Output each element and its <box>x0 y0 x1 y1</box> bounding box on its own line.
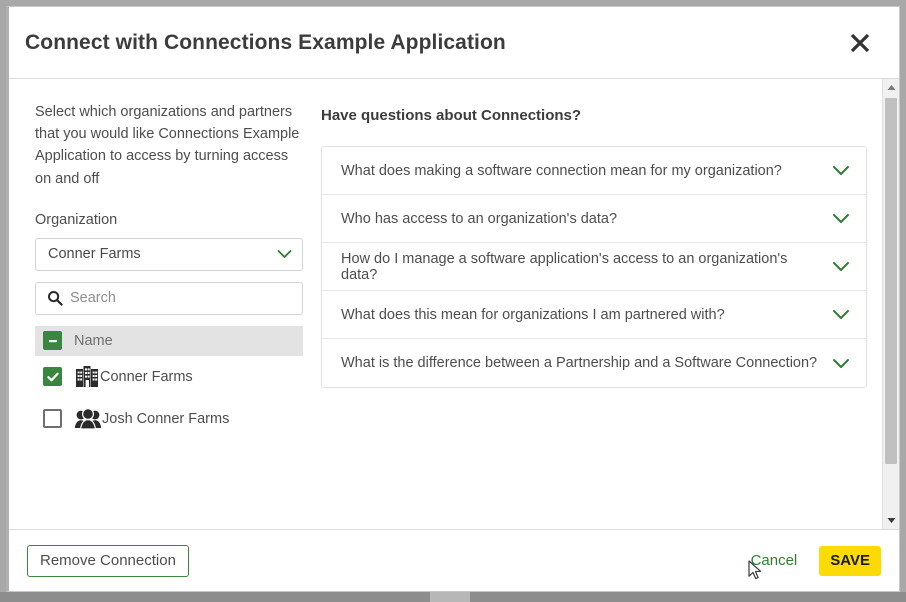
row-checkbox[interactable] <box>43 367 62 387</box>
triangle-down-icon <box>887 518 895 523</box>
chevron-down-icon[interactable] <box>832 309 850 320</box>
scrollbar-thumb[interactable] <box>885 98 897 465</box>
faq-item[interactable]: How do I manage a software application's… <box>322 243 866 291</box>
faq-item[interactable]: What does making a software connection m… <box>322 147 866 195</box>
faq-panel: Have questions about Connections? What d… <box>309 101 899 529</box>
search-input[interactable] <box>36 282 302 314</box>
organization-select-value: Conner Farms <box>48 246 141 263</box>
chevron-down-icon[interactable] <box>832 213 850 224</box>
table-header-row[interactable]: Name <box>35 325 303 356</box>
organization-select[interactable]: Conner Farms <box>35 237 303 271</box>
minus-icon <box>48 339 57 342</box>
scroll-down-button[interactable] <box>883 512 900 529</box>
faq-item[interactable]: What does this mean for organizations I … <box>322 291 866 339</box>
faq-question: How do I manage a software application's… <box>341 250 788 283</box>
intro-text: Select which organizations and partners … <box>35 104 300 187</box>
background-page-strip <box>0 592 906 602</box>
chevron-down-icon[interactable] <box>832 261 850 272</box>
table-header-name: Name <box>74 332 113 349</box>
chevron-down-icon <box>277 249 292 259</box>
organization-label: Organization <box>35 211 118 228</box>
building-icon <box>74 365 100 389</box>
page-title: Connect with Connections Example Applica… <box>25 30 506 54</box>
faq-title: Have questions about Connections? <box>321 107 582 124</box>
search-field[interactable] <box>35 281 303 315</box>
chevron-down-icon[interactable] <box>832 358 850 369</box>
cancel-button[interactable]: Cancel <box>747 550 802 571</box>
save-button[interactable]: SAVE <box>819 545 881 576</box>
faq-question: What does making a software connection m… <box>341 162 782 179</box>
remove-connection-button[interactable]: Remove Connection <box>27 544 189 577</box>
table-row-name: Josh Conner Farms <box>102 410 230 427</box>
people-group-icon <box>74 407 102 431</box>
faq-accordion: What does making a software connection m… <box>321 146 867 388</box>
connect-dialog: Connect with Connections Example Applica… <box>6 6 900 592</box>
faq-question: What does this mean for organizations I … <box>341 306 725 323</box>
row-checkbox[interactable] <box>43 409 62 429</box>
dialog-footer: Remove Connection Cancel SAVE <box>9 529 899 591</box>
table-row[interactable]: Conner Farms <box>35 356 303 398</box>
search-icon <box>47 290 63 306</box>
select-all-checkbox[interactable] <box>43 331 62 351</box>
organization-panel: Select which organizations and partners … <box>9 101 309 529</box>
triangle-up-icon <box>887 85 895 90</box>
faq-question: Who has access to an organization's data… <box>341 210 618 227</box>
scrollbar-track[interactable] <box>883 96 899 512</box>
table-row[interactable]: Josh Conner Farms <box>35 398 303 440</box>
faq-question: What is the difference between a Partner… <box>341 355 818 371</box>
faq-item[interactable]: Who has access to an organization's data… <box>322 195 866 243</box>
vertical-scrollbar[interactable] <box>882 79 899 529</box>
dialog-body-content: Select which organizations and partners … <box>9 79 899 529</box>
check-icon <box>46 372 59 381</box>
faq-item[interactable]: What is the difference between a Partner… <box>322 339 866 387</box>
close-icon[interactable] <box>843 26 877 60</box>
dialog-header: Connect with Connections Example Applica… <box>9 7 899 79</box>
close-icon-glyph <box>850 33 870 52</box>
table-row-name: Conner Farms <box>100 368 193 385</box>
dialog-body: Select which organizations and partners … <box>9 79 899 529</box>
footer-actions: Cancel SAVE <box>747 545 881 576</box>
scroll-up-button[interactable] <box>883 79 900 96</box>
chevron-down-icon[interactable] <box>832 165 850 176</box>
